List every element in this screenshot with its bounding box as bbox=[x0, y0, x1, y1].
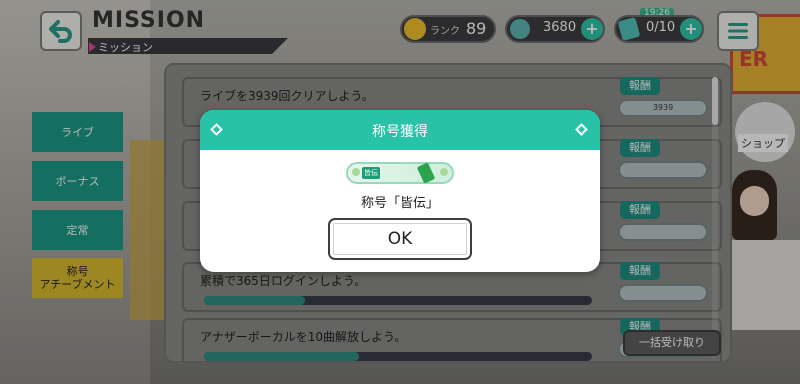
star-icon bbox=[352, 168, 360, 176]
title-acquired-dialog: 称号獲得 皆伝 称号「皆伝」 OK bbox=[200, 110, 600, 272]
dialog-message: 称号「皆伝」 bbox=[360, 196, 439, 211]
title-badge: 皆伝 bbox=[346, 162, 454, 184]
penlight-icon bbox=[416, 162, 436, 184]
badge-tag: 皆伝 bbox=[362, 167, 380, 179]
dialog-header: 称号獲得 bbox=[200, 110, 600, 150]
ok-button[interactable]: OK bbox=[328, 218, 472, 260]
dialog-title: 称号獲得 bbox=[372, 124, 428, 140]
star-icon bbox=[440, 168, 448, 176]
